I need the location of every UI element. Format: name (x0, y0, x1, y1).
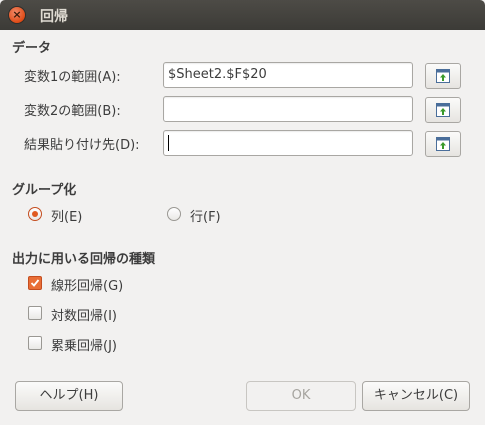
checkmark-icon (30, 279, 40, 287)
regression-dialog: × 回帰 データ 変数1の範囲(A): $Sheet2.$F$20 変数2の範囲… (0, 0, 485, 425)
var2-range-label: 変数2の範囲(B): (24, 104, 121, 119)
grouping-section-title: グループ化 (12, 183, 77, 198)
var1-range-input[interactable]: $Sheet2.$F$20 (163, 62, 413, 88)
var2-shrink-button[interactable] (425, 97, 461, 123)
var2-range-input[interactable] (163, 96, 413, 122)
ok-button[interactable]: OK (246, 381, 356, 411)
var1-range-label: 変数1の範囲(A): (24, 70, 121, 85)
power-regression-checkbox[interactable] (28, 336, 42, 350)
output-range-label: 結果貼り付け先(D): (24, 138, 140, 153)
var1-shrink-button[interactable] (425, 63, 461, 89)
data-section-title: データ (12, 41, 52, 56)
rows-radio-label[interactable]: 行(F) (190, 206, 221, 225)
linear-regression-label[interactable]: 線形回帰(G) (51, 275, 123, 294)
window-title: 回帰 (40, 9, 68, 25)
power-regression-label[interactable]: 累乗回帰(J) (51, 335, 117, 354)
output-shrink-button[interactable] (425, 131, 461, 157)
rows-radio[interactable] (167, 207, 181, 221)
log-regression-checkbox[interactable] (28, 306, 42, 320)
linear-regression-checkbox[interactable] (28, 276, 42, 290)
close-icon[interactable]: × (9, 7, 25, 23)
log-regression-label[interactable]: 対数回帰(I) (51, 305, 117, 324)
columns-radio-label[interactable]: 列(E) (51, 206, 82, 225)
help-button[interactable]: ヘルプ(H) (15, 381, 123, 411)
shrink-icon (436, 69, 450, 83)
shrink-icon (436, 137, 450, 151)
cancel-button[interactable]: キャンセル(C) (362, 381, 470, 411)
shrink-icon (436, 103, 450, 117)
title-bar: × 回帰 (0, 0, 485, 30)
columns-radio[interactable] (28, 207, 42, 221)
text-cursor (168, 134, 169, 151)
output-range-input[interactable] (163, 130, 413, 156)
regression-types-title: 出力に用いる回帰の種類 (12, 252, 156, 267)
